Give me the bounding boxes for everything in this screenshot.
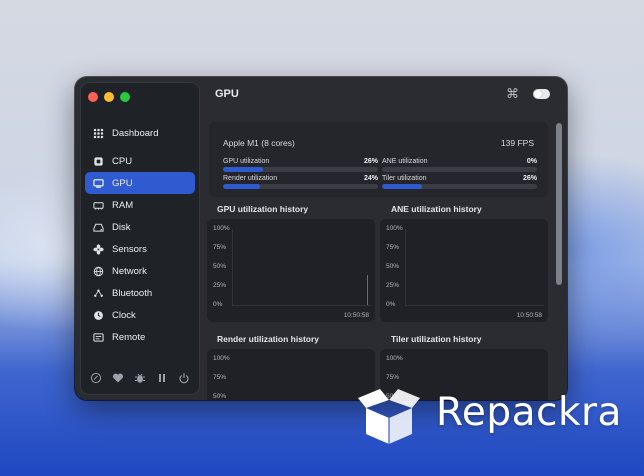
fps-value: 139 FPS xyxy=(500,138,534,148)
window-controls xyxy=(88,92,130,102)
theme-toggle[interactable] xyxy=(533,89,550,99)
sidebar-item-bluetooth[interactable]: Bluetooth xyxy=(85,282,195,304)
progress-track xyxy=(382,167,537,172)
sidebar-item-ram[interactable]: RAM xyxy=(85,194,195,216)
minimize-button[interactable] xyxy=(104,92,114,102)
monitor-icon xyxy=(92,177,104,189)
grid-icon xyxy=(92,127,104,139)
sidebar-item-disk[interactable]: Disk xyxy=(85,216,195,238)
metric-label: Render utilization xyxy=(223,175,278,182)
sidebar-item-label: CPU xyxy=(112,155,133,167)
remote-icon xyxy=(92,331,104,343)
y-tick: 50% xyxy=(213,393,227,400)
chip-icon xyxy=(92,155,104,167)
metric-value: 0% xyxy=(526,158,537,165)
disk-icon xyxy=(92,221,104,233)
heart-icon[interactable] xyxy=(112,372,124,384)
scrollbar-thumb[interactable] xyxy=(556,123,562,285)
settings-icon[interactable] xyxy=(90,372,102,384)
sidebar-item-label: Disk xyxy=(112,221,131,233)
metric-value: 26% xyxy=(522,175,537,182)
sidebar-item-label: GPU xyxy=(112,177,133,189)
sidebar-item-label: Remote xyxy=(112,331,146,343)
command-icon[interactable]: ⌘ xyxy=(506,87,519,100)
watermark-text: Repackra xyxy=(436,390,622,435)
sidebar-item-label: RAM xyxy=(112,199,134,211)
memory-icon xyxy=(92,199,104,211)
y-tick: 0% xyxy=(386,301,396,308)
sidebar-item-dashboard[interactable]: Dashboard xyxy=(85,122,195,144)
chart-baseline xyxy=(232,305,371,306)
progress-track xyxy=(223,184,378,189)
progress-fill xyxy=(382,184,423,189)
y-tick: 0% xyxy=(213,301,223,308)
y-tick: 75% xyxy=(386,374,400,381)
progress-fill xyxy=(223,184,261,189)
sidebar: Dashboard CPU GPU RAM Disk Sensors Netwo… xyxy=(80,82,200,395)
sidebar-item-label: Bluetooth xyxy=(112,287,153,299)
globe-icon xyxy=(92,265,104,277)
metric-value: 24% xyxy=(363,175,378,182)
sidebar-item-label: Network xyxy=(112,265,147,277)
box-logo-icon xyxy=(358,389,420,444)
sidebar-item-label: Clock xyxy=(112,309,136,321)
y-tick: 100% xyxy=(386,225,403,232)
power-icon[interactable] xyxy=(178,372,190,384)
bluetooth-icon xyxy=(92,287,104,299)
clock-icon xyxy=(92,309,104,321)
sidebar-item-cpu[interactable]: CPU xyxy=(85,150,195,172)
sidebar-item-clock[interactable]: Clock xyxy=(85,304,195,326)
utilization-spike xyxy=(367,275,368,305)
y-tick: 50% xyxy=(386,263,400,270)
close-button[interactable] xyxy=(88,92,98,102)
sidebar-item-label: Sensors xyxy=(112,243,147,255)
zoom-button[interactable] xyxy=(120,92,130,102)
fan-icon xyxy=(92,243,104,255)
progress-fill xyxy=(223,167,264,172)
scrollbar[interactable] xyxy=(556,121,562,393)
y-tick: 100% xyxy=(213,355,230,362)
time-label: 10:50:58 xyxy=(343,312,369,319)
pause-icon[interactable] xyxy=(156,372,168,384)
y-tick: 50% xyxy=(213,263,227,270)
history-title: ANE utilization history xyxy=(391,204,482,214)
y-tick: 75% xyxy=(213,374,227,381)
render-history-chart: 100% 75% 50% xyxy=(207,349,375,400)
metric-label: GPU utilization xyxy=(223,158,270,165)
history-title: GPU utilization history xyxy=(217,204,309,214)
progress-track xyxy=(382,184,537,189)
sidebar-footer xyxy=(81,372,199,384)
y-tick: 100% xyxy=(213,225,230,232)
y-tick: 75% xyxy=(213,244,227,251)
sidebar-item-sensors[interactable]: Sensors xyxy=(85,238,195,260)
y-tick: 100% xyxy=(386,355,403,362)
history-title: Tiler utilization history xyxy=(391,334,482,344)
sidebar-item-label: Dashboard xyxy=(112,127,159,139)
time-label: 10:50:58 xyxy=(516,312,542,319)
chart-axis xyxy=(405,229,406,305)
sidebar-item-remote[interactable]: Remote xyxy=(85,326,195,348)
sidebar-item-gpu[interactable]: GPU xyxy=(85,172,195,194)
sidebar-item-network[interactable]: Network xyxy=(85,260,195,282)
metric-value: 26% xyxy=(363,158,378,165)
metric-label: Tiler utilization xyxy=(382,175,427,182)
chip-name: Apple M1 (8 cores) xyxy=(223,138,295,148)
page-title: GPU xyxy=(215,88,239,100)
gpu-history-chart: 100% 75% 50% 25% 0% 10:50:58 xyxy=(207,219,375,322)
metric-label: ANE utilization xyxy=(382,158,428,165)
y-tick: 25% xyxy=(213,282,227,289)
main-content: Apple M1 (8 cores) 139 FPS GPU utilizati… xyxy=(207,119,552,400)
ane-history-chart: 100% 75% 50% 25% 0% 10:50:58 xyxy=(380,219,548,322)
y-tick: 25% xyxy=(386,282,400,289)
chart-axis xyxy=(232,229,233,305)
progress-track xyxy=(223,167,378,172)
y-tick: 75% xyxy=(386,244,400,251)
bug-icon[interactable] xyxy=(134,372,146,384)
gpu-summary-card: Apple M1 (8 cores) 139 FPS GPU utilizati… xyxy=(209,122,548,197)
history-title: Render utilization history xyxy=(217,334,320,344)
app-window: Dashboard CPU GPU RAM Disk Sensors Netwo… xyxy=(75,77,567,400)
chart-baseline xyxy=(405,305,544,306)
